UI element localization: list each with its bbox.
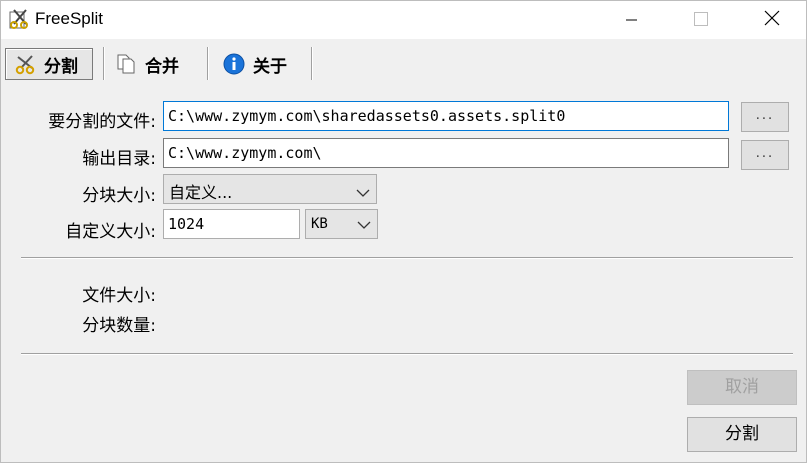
unit-select[interactable]: KB — [305, 209, 378, 239]
info-icon — [223, 53, 245, 75]
tab-merge[interactable]: 合并 — [115, 48, 179, 80]
tab-split-label: 分割 — [44, 56, 78, 77]
maximize-button[interactable] — [678, 1, 724, 39]
source-file-label: 要分割的文件: — [48, 112, 156, 132]
browse-output-button[interactable]: ... — [741, 140, 789, 170]
custom-size-label: 自定义大小: — [65, 222, 156, 242]
chevron-down-icon — [356, 183, 370, 197]
chevron-down-icon — [357, 218, 371, 229]
maximize-icon — [694, 11, 708, 30]
toolbar-separator — [103, 47, 105, 80]
tab-split[interactable]: 分割 — [5, 48, 93, 80]
divider — [21, 353, 793, 355]
tab-merge-label: 合并 — [145, 56, 179, 77]
close-button[interactable] — [749, 1, 795, 39]
divider — [21, 257, 793, 259]
freesplit-window: FreeSplit 分割 合并 关于 要分割的文件: C:\www.zymym.… — [0, 0, 807, 463]
window-title: FreeSplit — [35, 9, 104, 28]
browse-source-button[interactable]: ... — [741, 102, 789, 132]
file-size-label: 文件大小: — [82, 286, 156, 306]
scissors-icon — [14, 53, 36, 75]
source-file-input[interactable]: C:\www.zymym.com\sharedassets0.assets.sp… — [163, 101, 729, 131]
chunk-count-label: 分块数量: — [82, 316, 156, 336]
title-bar[interactable]: FreeSplit — [1, 1, 806, 39]
chunk-size-label: 分块大小: — [82, 186, 156, 206]
output-dir-label: 输出目录: — [82, 149, 156, 169]
output-dir-input[interactable]: C:\www.zymym.com\ — [163, 138, 729, 168]
split-button[interactable]: 分割 — [687, 417, 797, 452]
toolbar-separator — [311, 47, 313, 80]
minimize-icon — [626, 11, 638, 30]
toolbar-separator — [207, 47, 209, 80]
chunk-size-value: 自定义... — [169, 183, 233, 202]
custom-size-input[interactable]: 1024 — [163, 209, 300, 239]
tab-about[interactable]: 关于 — [223, 48, 287, 80]
minimize-button[interactable] — [609, 1, 655, 39]
tab-about-label: 关于 — [253, 56, 287, 77]
cancel-button[interactable]: 取消 — [687, 370, 797, 405]
unit-value: KB — [311, 216, 328, 232]
scissors-app-icon — [8, 8, 30, 30]
documents-icon — [115, 53, 137, 75]
chunk-size-select[interactable]: 自定义... — [163, 174, 377, 204]
toolbar: 分割 合并 关于 — [1, 39, 806, 87]
close-icon — [764, 10, 780, 30]
